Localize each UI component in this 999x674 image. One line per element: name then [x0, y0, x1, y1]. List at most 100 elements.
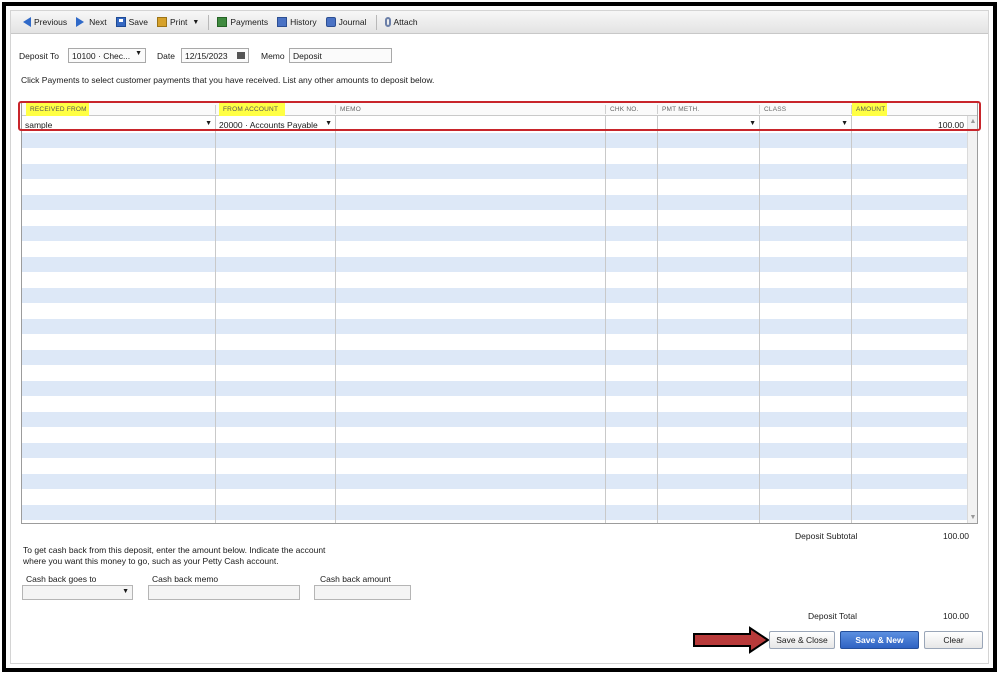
history-label: History [290, 17, 317, 27]
save-label: Save [128, 17, 148, 27]
empty-table-row[interactable] [22, 458, 977, 474]
column-line [851, 116, 852, 523]
instructions-text: Click Payments to select customer paymen… [21, 75, 435, 85]
empty-table-row[interactable] [22, 225, 977, 241]
save-close-button[interactable]: Save & Close [769, 631, 835, 649]
save-new-button[interactable]: Save & New [840, 631, 919, 649]
empty-table-row[interactable] [22, 365, 977, 381]
attach-button[interactable]: Attach [381, 13, 422, 32]
memo-cell[interactable] [336, 117, 605, 132]
cash-back-memo-input[interactable] [148, 585, 300, 600]
date-value: 12/15/2023 [185, 51, 228, 61]
received-from-value: sample [25, 120, 53, 130]
empty-table-row[interactable] [22, 132, 977, 148]
chevron-down-icon[interactable]: ▼ [841, 120, 848, 127]
col-header-pmt-meth[interactable]: PMT METH. [658, 103, 718, 116]
clear-button[interactable]: Clear [924, 631, 983, 649]
empty-table-row[interactable] [22, 427, 977, 443]
deposit-grid: RECEIVED FROM FROM ACCOUNT MEMO CHK NO. … [21, 102, 978, 524]
empty-table-row[interactable] [22, 442, 977, 458]
deposit-subtotal-value: 100.00 [943, 531, 969, 541]
vertical-scrollbar[interactable]: ▲ ▼ [967, 116, 977, 523]
empty-table-row[interactable] [22, 194, 977, 210]
column-line [335, 116, 336, 523]
history-icon [277, 17, 288, 27]
arrow-right-icon [76, 17, 86, 27]
received-from-cell[interactable]: sample ▼ [22, 117, 215, 132]
empty-table-row[interactable] [22, 473, 977, 489]
empty-table-row[interactable] [22, 148, 977, 164]
print-button[interactable]: Print ▼ [153, 13, 203, 32]
from-account-cell[interactable]: 20000 · Accounts Payable ▼ [216, 117, 335, 132]
journal-icon [325, 17, 336, 27]
class-cell[interactable]: ▼ [760, 117, 851, 132]
empty-table-row[interactable] [22, 163, 977, 179]
memo-field[interactable]: Deposit [289, 48, 392, 63]
empty-table-row[interactable] [22, 287, 977, 303]
empty-table-row[interactable] [22, 256, 977, 272]
scroll-down-icon[interactable]: ▼ [969, 514, 977, 521]
col-header-amount[interactable]: AMOUNT [852, 103, 887, 116]
empty-table-row[interactable] [22, 349, 977, 365]
chevron-down-icon: ▼ [135, 50, 142, 57]
chevron-down-icon[interactable]: ▼ [325, 120, 332, 127]
chk-no-cell[interactable] [606, 117, 657, 132]
cash-back-amount-label: Cash back amount [320, 574, 391, 584]
empty-table-row[interactable] [22, 396, 977, 412]
next-button[interactable]: Next [72, 13, 110, 32]
history-button[interactable]: History [273, 13, 320, 32]
cash-back-goes-to-dropdown[interactable]: ▼ [22, 585, 133, 600]
scroll-up-icon[interactable]: ▲ [969, 118, 977, 125]
column-line [605, 116, 606, 523]
col-header-class[interactable]: CLASS [760, 103, 800, 116]
cash-back-amount-input[interactable] [314, 585, 411, 600]
empty-table-row[interactable] [22, 334, 977, 350]
arrow-left-icon [21, 17, 31, 27]
empty-table-row[interactable] [22, 272, 977, 288]
amount-value: 100.00 [938, 120, 964, 130]
col-header-memo[interactable]: MEMO [336, 103, 396, 116]
chevron-down-icon[interactable]: ▼ [749, 120, 756, 127]
deposit-subtotal-label: Deposit Subtotal [795, 531, 858, 541]
chevron-down-icon[interactable]: ▼ [205, 120, 212, 127]
column-line [657, 116, 658, 523]
calendar-icon[interactable] [237, 52, 245, 59]
table-row[interactable]: sample ▼ 20000 · Accounts Payable ▼ ▼ ▼ … [22, 117, 977, 133]
cash-back-memo-label: Cash back memo [152, 574, 219, 584]
empty-table-row[interactable] [22, 489, 977, 505]
date-field[interactable]: 12/15/2023 [181, 48, 249, 63]
attach-label: Attach [393, 17, 418, 27]
cash-back-note: To get cash back from this deposit, ente… [23, 545, 326, 566]
empty-table-row[interactable] [22, 318, 977, 334]
floppy-disk-icon [115, 17, 126, 27]
empty-table-row[interactable] [22, 504, 977, 520]
memo-label: Memo [261, 51, 285, 61]
col-header-from-account[interactable]: FROM ACCOUNT [219, 103, 285, 116]
toolbar-separator [375, 14, 377, 30]
pmt-meth-cell[interactable]: ▼ [658, 117, 759, 132]
empty-table-row[interactable] [22, 411, 977, 427]
make-deposits-window: Previous Next Save Print ▼ Payments Hist… [10, 10, 989, 664]
col-header-received-from[interactable]: RECEIVED FROM [26, 103, 89, 116]
empty-table-row[interactable] [22, 380, 977, 396]
grid-header: RECEIVED FROM FROM ACCOUNT MEMO CHK NO. … [22, 103, 977, 116]
col-header-chk-no[interactable]: CHK NO. [606, 103, 646, 116]
payments-button[interactable]: Payments [213, 13, 272, 32]
amount-cell[interactable]: 100.00 [852, 117, 967, 132]
column-line [759, 116, 760, 523]
column-line [215, 116, 216, 523]
journal-button[interactable]: Journal [322, 13, 371, 32]
empty-table-row[interactable] [22, 179, 977, 195]
empty-table-row[interactable] [22, 210, 977, 226]
chevron-down-icon[interactable]: ▼ [192, 19, 199, 26]
paperclip-icon [384, 17, 391, 27]
column-divider [215, 105, 216, 114]
save-button[interactable]: Save [112, 13, 152, 32]
screenshot-frame: Previous Next Save Print ▼ Payments Hist… [2, 2, 997, 672]
annotation-arrow-icon [693, 626, 770, 654]
empty-table-row[interactable] [22, 303, 977, 319]
payments-icon [217, 17, 228, 27]
empty-table-row[interactable] [22, 241, 977, 257]
deposit-to-dropdown[interactable]: 10100 · Chec... ▼ [68, 48, 146, 63]
previous-button[interactable]: Previous [17, 13, 71, 32]
